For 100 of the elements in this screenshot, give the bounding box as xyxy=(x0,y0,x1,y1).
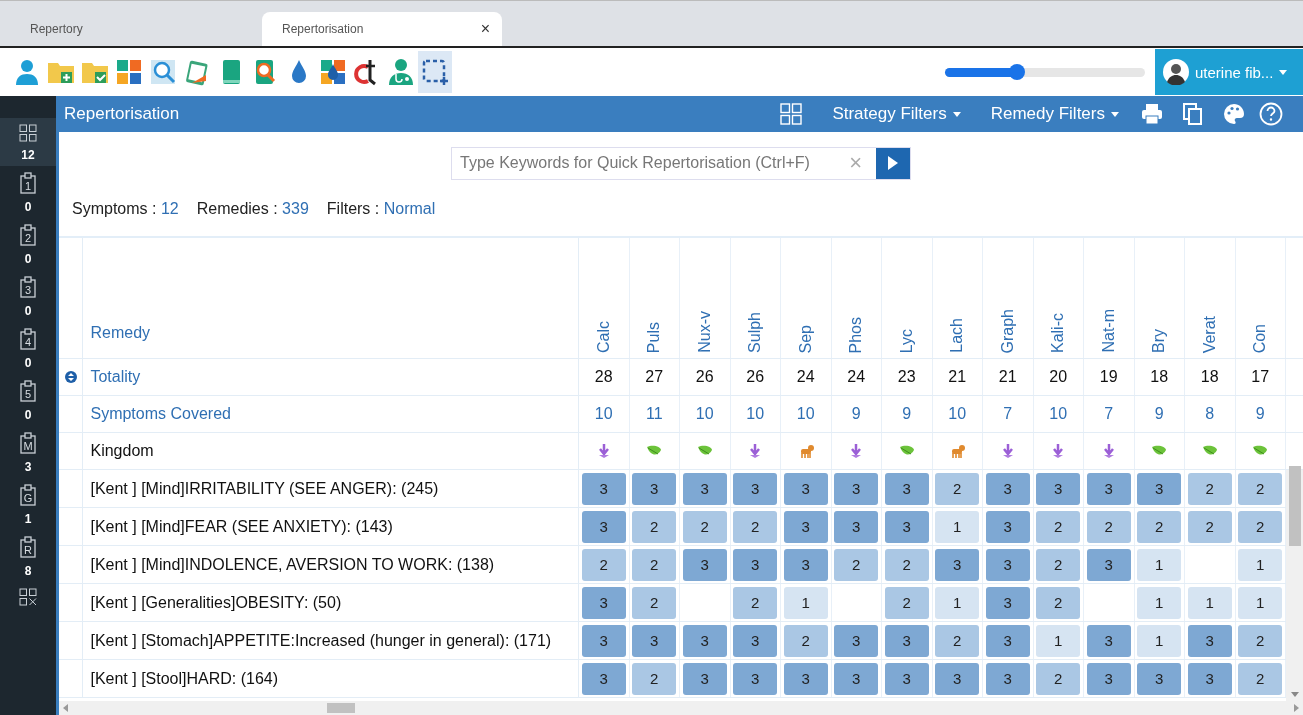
remedy-header[interactable]: Nat-m xyxy=(1099,309,1118,353)
caret-icon xyxy=(952,111,961,117)
grade-cell: 2 xyxy=(1036,548,1081,581)
grade-cell: 2 xyxy=(935,472,980,505)
rubric-text[interactable]: [Kent ] [Mind]FEAR (SEE ANXIETY): (143) xyxy=(90,517,393,536)
count-label: 0 xyxy=(24,252,32,266)
rubric-text[interactable]: [Kent ] [Generalities]OBESITY: (50) xyxy=(90,593,342,612)
remedy-header[interactable]: Kali-c xyxy=(1049,313,1068,353)
totality-value: 21 xyxy=(998,368,1017,386)
rubric-text[interactable]: [Kent ] [Stomach]APPETITE:Increased (hunger in general): (171) xyxy=(90,631,552,650)
grade-cell: 3 xyxy=(682,624,727,657)
remedy-header[interactable]: Lyc xyxy=(897,328,916,353)
grade-cell: 2 xyxy=(1187,472,1232,505)
scroll-thumb[interactable] xyxy=(327,703,355,713)
copy-button[interactable] xyxy=(1183,103,1203,125)
grade-cell: 3 xyxy=(985,624,1030,657)
row-label: Totality xyxy=(90,368,141,386)
remedy-header[interactable]: Graph xyxy=(998,308,1017,353)
grade-cell: 2 xyxy=(632,510,677,543)
help-button[interactable] xyxy=(1259,102,1283,126)
remedy-header[interactable]: Lach xyxy=(948,318,967,353)
clipboard-icon[interactable]: R xyxy=(20,536,36,558)
clipboard-icon[interactable]: 3 xyxy=(20,276,36,298)
covered-value: 10 xyxy=(948,405,967,423)
scroll-down-icon[interactable] xyxy=(1290,692,1299,697)
clear-icon[interactable] xyxy=(19,588,37,606)
print-button[interactable] xyxy=(1141,103,1163,125)
tiles-icon xyxy=(114,57,144,87)
covered-value: 7 xyxy=(1003,405,1013,423)
grade-cell: 2 xyxy=(733,510,778,543)
remedy-header[interactable]: Phos xyxy=(847,316,866,353)
remedy-header[interactable]: Bry xyxy=(1150,329,1169,353)
grade-cell: 1 xyxy=(935,586,980,619)
strategy-filters-button[interactable]: Strategy Filters xyxy=(832,104,961,124)
grade-cell: 1 xyxy=(1137,548,1182,581)
play-icon xyxy=(887,155,899,171)
remedy-header[interactable]: Sep xyxy=(796,324,815,353)
totality-value: 18 xyxy=(1150,368,1169,386)
close-button[interactable]: × xyxy=(480,20,490,38)
remedy-header[interactable]: Calc xyxy=(594,321,613,353)
collapse-icon[interactable] xyxy=(64,371,77,383)
grade-cell: 2 xyxy=(632,548,677,581)
totality-value: 24 xyxy=(796,368,815,386)
grade-cell: 3 xyxy=(581,586,626,619)
palette-button[interactable] xyxy=(1223,103,1245,125)
layout-button[interactable] xyxy=(780,103,803,125)
remedy-header[interactable]: Nux-v xyxy=(695,311,714,353)
remedy-filters-button[interactable]: Remedy Filters xyxy=(990,104,1119,124)
clipboard-icon[interactable]: 4 xyxy=(20,328,36,350)
grade-cell: 3 xyxy=(1187,662,1232,695)
grade-cell: 3 xyxy=(632,472,677,505)
clipboard-icon[interactable]: 1 xyxy=(20,172,36,194)
rubric-text[interactable]: [Kent ] [Stool]HARD: (164) xyxy=(90,669,279,688)
scroll-left-icon[interactable] xyxy=(63,704,68,712)
remedy-header[interactable]: Puls xyxy=(645,321,664,353)
run-button[interactable] xyxy=(876,147,910,179)
clipboard-icon[interactable]: G xyxy=(20,484,36,506)
grade-cell: 3 xyxy=(733,662,778,695)
grade-cell: 1 xyxy=(783,586,828,619)
covered-value: 9 xyxy=(1154,405,1164,423)
grade-cell: 2 xyxy=(1187,510,1232,543)
grade-cell: 3 xyxy=(581,472,626,505)
grade-cell: 2 xyxy=(682,510,727,543)
mineral-icon xyxy=(1000,443,1015,459)
grade-cell: 3 xyxy=(1137,662,1182,695)
mineral-icon xyxy=(596,443,611,459)
rubric-text[interactable]: [Kent ] [Mind]INDOLENCE, AVERSION TO WORK: (138) xyxy=(90,555,495,574)
grade-cell: 3 xyxy=(682,662,727,695)
grade-cell: 3 xyxy=(783,472,828,505)
remedy-header[interactable]: Verat xyxy=(1200,315,1219,353)
horizontal-scrollbar[interactable] xyxy=(59,701,1303,715)
slider-thumb[interactable] xyxy=(1009,63,1025,80)
grade-cell: 3 xyxy=(985,662,1030,695)
rubric-text[interactable]: [Kent ] [Mind]IRRITABILITY (SEE ANGER): (245) xyxy=(90,479,439,498)
grade-cell: 1 xyxy=(1238,586,1283,619)
selection-icon xyxy=(420,57,450,87)
scroll-right-icon[interactable] xyxy=(1294,704,1299,712)
remedy-header[interactable]: Sulph xyxy=(746,312,765,353)
count-label: 1 xyxy=(24,512,32,526)
grade-cell: 3 xyxy=(783,510,828,543)
grade-cell: 3 xyxy=(682,472,727,505)
grade-cell: 2 xyxy=(1036,510,1081,543)
tab[interactable]: Repertory xyxy=(10,12,262,46)
case-button[interactable]: uterine fib... xyxy=(1155,49,1303,95)
mineral-icon xyxy=(849,443,864,459)
tab[interactable]: Repertorisation × xyxy=(262,12,502,46)
grade-cell: 3 xyxy=(581,624,626,657)
grade-cell: 3 xyxy=(985,586,1030,619)
clipboard-icon[interactable]: M xyxy=(20,432,36,454)
count-label: 12 xyxy=(21,148,35,162)
scroll-thumb[interactable] xyxy=(1288,465,1301,546)
zoom-slider[interactable] xyxy=(945,67,1145,77)
mineral-icon xyxy=(748,443,763,459)
grade-cell: 3 xyxy=(1086,624,1131,657)
clipboard-icon[interactable]: 5 xyxy=(20,380,36,402)
grid-icon[interactable] xyxy=(19,124,37,142)
clipboard-icon[interactable]: 2 xyxy=(20,224,36,246)
grade-cell: 3 xyxy=(834,510,879,543)
remedy-header[interactable]: Con xyxy=(1251,323,1270,353)
grade-cell: 2 xyxy=(1036,662,1081,695)
